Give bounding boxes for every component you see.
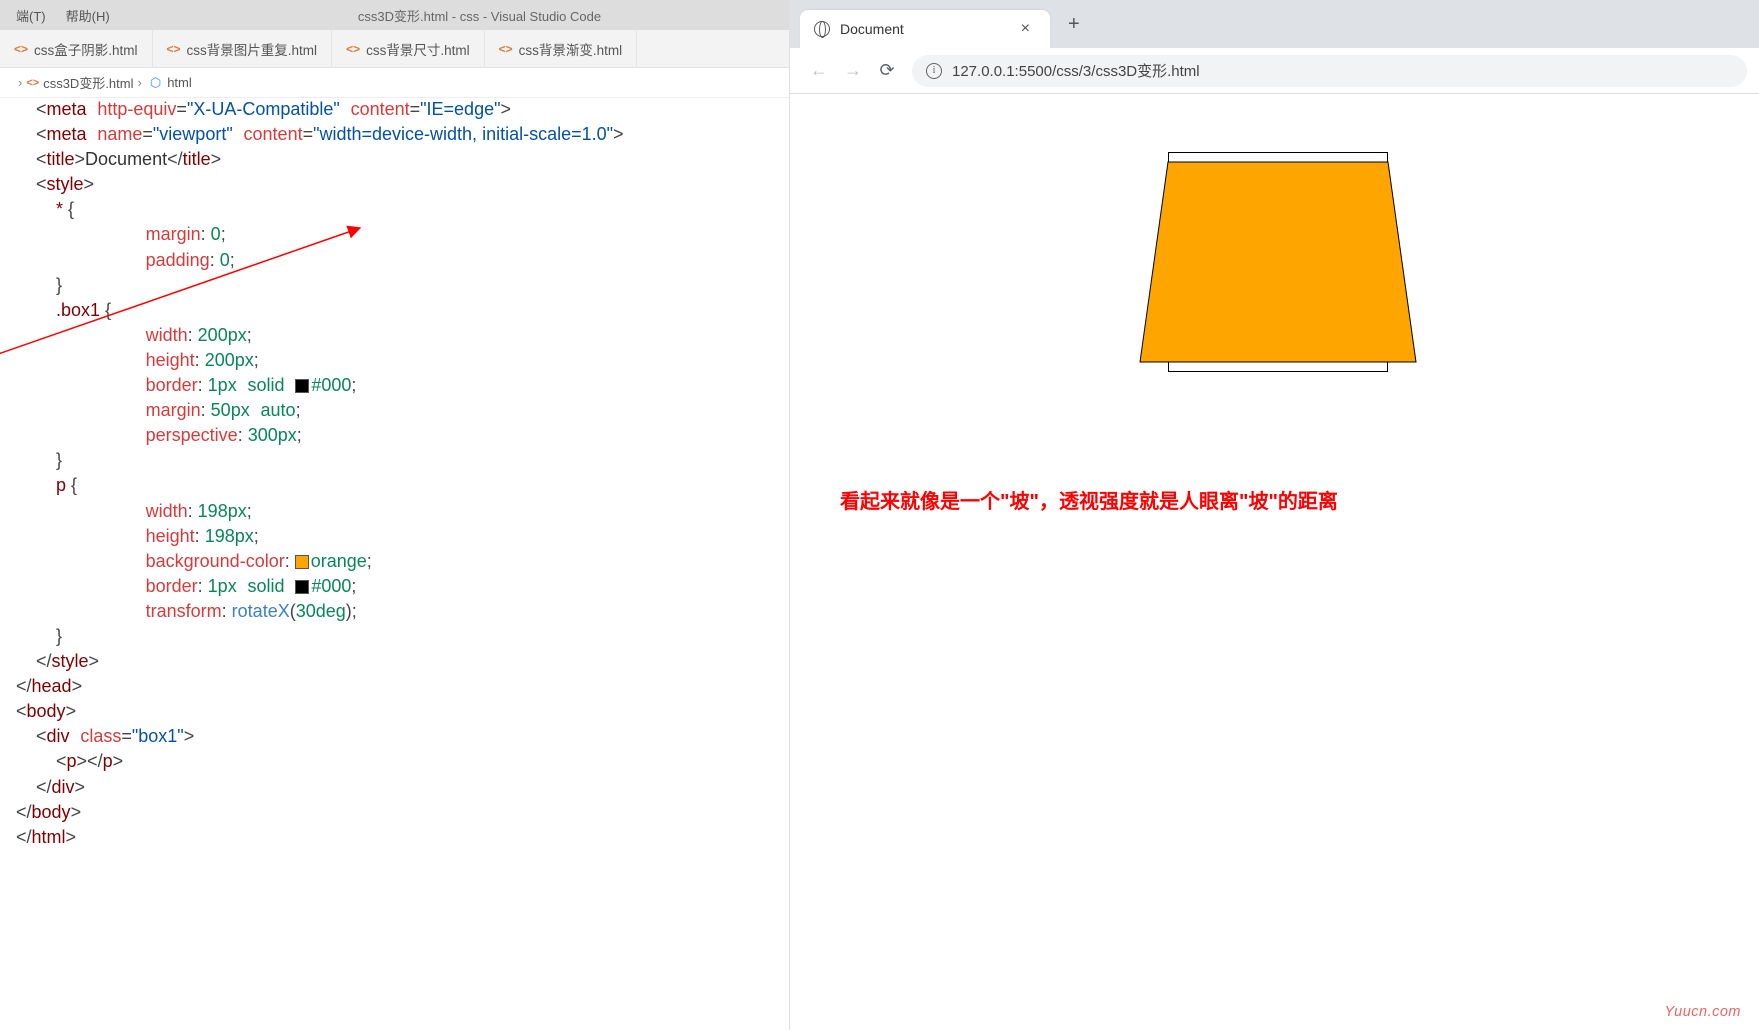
forward-button[interactable]: → [836,54,870,88]
browser-viewport: 看起来就像是一个"坡"，透视强度就是人眼离"坡"的距离 Yuucn.com [790,94,1759,1030]
annotation-text: 看起来就像是一个"坡"，透视强度就是人眼离"坡"的距离 [840,488,1400,516]
tab-label: css背景渐变.html [519,39,623,59]
color-swatch-icon [295,580,309,594]
tab-label: css盒子阴影.html [34,39,138,59]
url-text: 127.0.0.1:5500/css/3/css3D变形.html [952,60,1200,81]
browser-topbar: Document × + [790,0,1759,48]
html-icon: <> [499,42,513,56]
menu-terminal[interactable]: 端(T) [6,2,56,29]
html-icon: <> [14,42,28,56]
browser-window: Document × + ← → ⟳ i 127.0.0.1:5500/css/… [790,0,1759,1030]
back-button[interactable]: ← [802,54,836,88]
browser-tab-title: Document [840,21,1015,37]
chevron-right-icon: › [18,75,22,90]
breadcrumb-file[interactable]: css3D变形.html [43,73,133,92]
close-icon[interactable]: × [1015,18,1036,40]
editor-tab[interactable]: <> css背景尺寸.html [332,30,485,67]
html-icon: <> [26,77,39,89]
vscode-window: css3D变形.html - css - Visual Studio Code … [0,0,790,1030]
editor-tab[interactable]: <> css盒子阴影.html [0,30,153,67]
tab-label: css背景图片重复.html [187,39,318,59]
address-bar: ← → ⟳ i 127.0.0.1:5500/css/3/css3D变形.htm… [790,48,1759,94]
trapezoid-shape [1148,162,1408,362]
reload-button[interactable]: ⟳ [870,54,904,88]
color-swatch-icon [295,379,309,393]
editor-tab[interactable]: <> css背景渐变.html [485,30,638,67]
info-icon: i [926,63,942,79]
symbol-icon: ⬡ [150,75,161,91]
breadcrumb-symbol[interactable]: html [167,75,192,90]
code-editor[interactable]: <meta http-equiv="X-UA-Compatible" conte… [16,98,789,1030]
html-icon: <> [167,42,181,56]
editor-tab[interactable]: <> css背景图片重复.html [153,30,333,67]
browser-tab[interactable]: Document × [800,10,1050,48]
new-tab-button[interactable]: + [1060,9,1088,40]
watermark: Yuucn.com [1665,1004,1742,1020]
html-icon: <> [346,42,360,56]
menu-help[interactable]: 帮助(H) [56,2,120,29]
url-field[interactable]: i 127.0.0.1:5500/css/3/css3D变形.html [912,55,1747,87]
window-title: css3D变形.html - css - Visual Studio Code [170,0,789,30]
editor-tabbar: <> css盒子阴影.html <> css背景图片重复.html <> css背景尺… [0,30,789,68]
breadcrumb: › <> css3D变形.html › ⬡ html [0,68,789,98]
color-swatch-icon [295,555,309,569]
demo-box-outline [1168,152,1388,372]
globe-icon [814,21,830,37]
tab-label: css背景尺寸.html [366,39,470,59]
chevron-right-icon: › [138,75,142,90]
